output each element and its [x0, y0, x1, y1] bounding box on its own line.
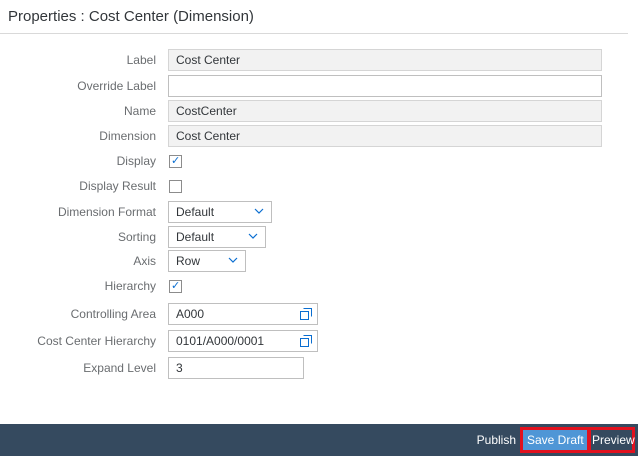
row-name: Name CostCenter	[0, 99, 638, 123]
hierarchy-checkbox[interactable]: ✓	[169, 280, 182, 293]
checkmark-icon: ✓	[171, 280, 181, 292]
chevron-down-icon	[248, 233, 258, 239]
row-controlling-area: Controlling Area A000	[0, 302, 638, 326]
sorting-label: Sorting	[117, 230, 156, 244]
axis-select[interactable]: Row	[168, 250, 246, 272]
row-label: Label Cost Center	[0, 48, 638, 72]
override-label-input[interactable]	[168, 75, 602, 97]
chevron-down-icon	[254, 208, 264, 214]
dimension-format-label: Dimension Format	[57, 205, 156, 219]
controlling-area-label: Controlling Area	[70, 307, 156, 321]
sorting-value: Default	[176, 230, 215, 244]
cost-center-hierarchy-label: Cost Center Hierarchy	[37, 334, 156, 348]
save-draft-button[interactable]: Save Draft	[520, 427, 591, 453]
row-expand-level: Expand Level 3	[0, 356, 638, 380]
chevron-down-icon	[228, 257, 238, 263]
name-field[interactable]: CostCenter	[168, 100, 602, 122]
page-header: Properties : Cost Center (Dimension)	[0, 0, 628, 34]
display-result-checkbox[interactable]	[169, 180, 182, 193]
cost-center-hierarchy-input[interactable]: 0101/A000/0001	[168, 330, 318, 352]
expand-level-label: Expand Level	[83, 361, 156, 375]
row-display: Display ✓	[0, 149, 638, 173]
display-label: Display	[116, 154, 156, 168]
label-label: Label	[126, 53, 156, 67]
controlling-area-value: A000	[176, 307, 205, 321]
row-dimension-format: Dimension Format Default	[0, 200, 638, 224]
sorting-select[interactable]: Default	[168, 226, 266, 248]
axis-value: Row	[176, 254, 201, 268]
row-cost-center-hierarchy: Cost Center Hierarchy 0101/A000/0001	[0, 329, 638, 353]
preview-button[interactable]: Preview	[587, 427, 635, 453]
preview-label: Preview	[592, 433, 635, 447]
controlling-area-input[interactable]: A000	[168, 303, 318, 325]
dimension-field[interactable]: Cost Center	[168, 125, 602, 147]
row-axis: Axis Row	[0, 249, 638, 273]
publish-button[interactable]: Publish	[477, 433, 516, 447]
name-label: Name	[123, 104, 156, 118]
save-draft-label: Save Draft	[523, 430, 588, 450]
checkmark-icon: ✓	[171, 155, 181, 167]
value-help-icon[interactable]	[300, 308, 312, 320]
row-override-label: Override Label	[0, 74, 638, 98]
dimension-label: Dimension	[99, 129, 156, 143]
label-field[interactable]: Cost Center	[168, 49, 602, 71]
row-display-result: Display Result	[0, 174, 638, 198]
dimension-format-select[interactable]: Default	[168, 201, 272, 223]
display-checkbox[interactable]: ✓	[169, 155, 182, 168]
expand-level-input[interactable]: 3	[168, 357, 304, 379]
page-title: Properties : Cost Center (Dimension)	[8, 8, 254, 25]
axis-label: Axis	[133, 254, 156, 268]
row-hierarchy: Hierarchy ✓	[0, 274, 638, 298]
override-label-label: Override Label	[77, 79, 156, 93]
value-help-icon[interactable]	[300, 335, 312, 347]
row-sorting: Sorting Default	[0, 225, 638, 249]
hierarchy-label: Hierarchy	[104, 279, 156, 293]
display-result-label: Display Result	[79, 179, 156, 193]
dimension-format-value: Default	[176, 205, 215, 219]
cost-center-hierarchy-value: 0101/A000/0001	[176, 334, 265, 348]
footer-toolbar: Publish Save Draft Preview	[0, 424, 638, 456]
row-dimension: Dimension Cost Center	[0, 124, 638, 148]
